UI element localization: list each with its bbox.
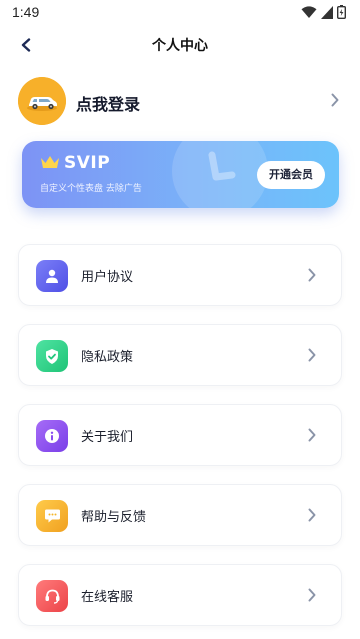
menu-item-online-service[interactable]: 在线客服 — [18, 564, 342, 626]
menu-item-help-feedback[interactable]: 帮助与反馈 — [18, 484, 342, 546]
user-icon — [36, 260, 68, 292]
svip-title: SVIP — [64, 153, 111, 173]
chat-bubble-icon — [36, 500, 68, 532]
crown-icon — [41, 156, 59, 168]
menu-item-about-us[interactable]: 关于我们 — [18, 404, 342, 466]
svip-card[interactable]: SVIP 自定义个性表盘 去除广告 开通会员 — [22, 141, 339, 208]
avatar[interactable] — [18, 77, 66, 125]
signal-icon — [321, 5, 333, 19]
shield-check-icon — [36, 340, 68, 372]
open-membership-button[interactable]: 开通会员 — [257, 161, 325, 189]
svip-subtitle: 自定义个性表盘 去除广告 — [40, 184, 142, 194]
chevron-right-icon — [308, 588, 316, 602]
wifi-icon — [301, 5, 317, 18]
status-icons — [301, 5, 346, 19]
menu-item-label: 用户协议 — [81, 270, 134, 285]
chevron-right-icon — [308, 508, 316, 522]
info-icon — [36, 420, 68, 452]
chevron-right-icon — [331, 93, 339, 107]
menu-item-label: 隐私政策 — [81, 350, 134, 365]
headset-icon — [36, 580, 68, 612]
login-row[interactable]: 点我登录 — [18, 77, 342, 127]
chevron-right-icon — [308, 428, 316, 442]
nav-bar: 个人中心 — [0, 26, 360, 64]
battery-icon — [337, 5, 346, 19]
chevron-right-icon — [308, 348, 316, 362]
menu-item-label: 在线客服 — [81, 590, 134, 605]
car-avatar-icon — [18, 77, 66, 125]
chevron-right-icon — [308, 268, 316, 282]
login-label[interactable]: 点我登录 — [76, 91, 140, 115]
clock-hands-icon — [208, 151, 236, 181]
status-bar: 1:49 — [0, 0, 360, 26]
page-title: 个人中心 — [152, 38, 208, 54]
status-time: 1:49 — [12, 4, 40, 20]
menu-item-label: 关于我们 — [81, 430, 134, 445]
menu-item-privacy-policy[interactable]: 隐私政策 — [18, 324, 342, 386]
menu-item-user-agreement[interactable]: 用户协议 — [18, 244, 342, 306]
decorative-clock — [172, 141, 268, 208]
menu-item-label: 帮助与反馈 — [81, 510, 147, 525]
